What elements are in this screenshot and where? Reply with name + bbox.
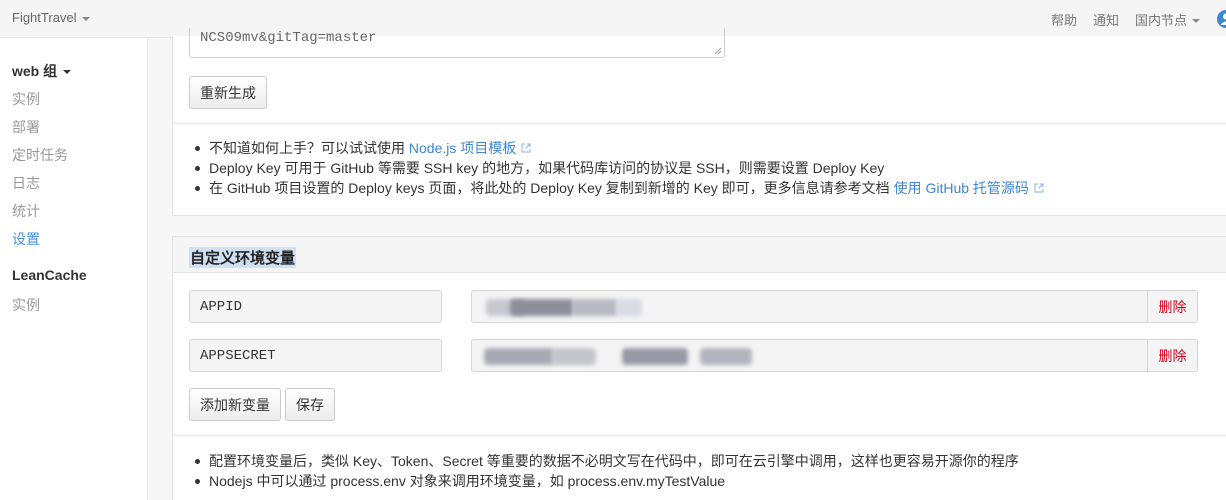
nodejs-template-link[interactable]: Node.js 项目模板 [409, 140, 516, 156]
external-link-icon [1034, 183, 1044, 193]
main-content: NCS09mv&gitTag=master 重新生成 不知道如何上手？可以试试使… [148, 28, 1226, 500]
external-link-icon [521, 143, 531, 153]
list-item: Nodejs 中可以通过 process.env 对象来调用环境变量，如 pro… [193, 471, 1019, 491]
divider [173, 435, 1226, 436]
caret-down-icon [1192, 19, 1200, 24]
sidebar-item-stats[interactable]: 统计 [12, 201, 40, 221]
caret-down-icon [63, 70, 72, 75]
redacted-value [484, 348, 554, 365]
region-label: 国内节点 [1134, 12, 1187, 28]
env-var-name-field[interactable]: APPID [189, 290, 442, 323]
delete-var-button[interactable]: 删除 [1147, 290, 1198, 323]
redacted-value [510, 299, 574, 316]
redacted-value [552, 348, 596, 365]
sidebar-group-label: web 组 [12, 63, 58, 79]
tip-text: 在 GitHub 项目设置的 Deploy keys 页面，将此处的 Deplo… [209, 180, 894, 196]
save-button[interactable]: 保存 [285, 388, 335, 421]
env-var-value-field[interactable] [471, 290, 1147, 323]
env-var-name-field[interactable]: APPSECRET [189, 339, 442, 372]
resize-grip-icon[interactable] [714, 47, 722, 55]
redacted-value [616, 299, 642, 316]
nav-right: 帮助 通知 国内节点 [1051, 0, 1226, 38]
sidebar-group-leancache[interactable]: LeanCache [12, 267, 87, 283]
sidebar-group-web[interactable]: web 组 [12, 61, 72, 81]
sidebar-item-logs[interactable]: 日志 [12, 173, 40, 193]
env-vars-panel: 自定义环境变量 APPID 删除 APPSECRET 删除 添加新变量 保存 配… [172, 236, 1226, 500]
sidebar-item-leancache-instances[interactable]: 实例 [12, 295, 40, 315]
caret-down-icon [81, 16, 90, 21]
redacted-value [622, 348, 688, 365]
region-dropdown[interactable]: 国内节点 [1135, 10, 1200, 29]
list-item: 在 GitHub 项目设置的 Deploy keys 页面，将此处的 Deplo… [193, 178, 1044, 198]
deploy-key-textarea[interactable]: NCS09mv&gitTag=master [189, 28, 725, 58]
redacted-value [700, 348, 752, 365]
sidebar: web 组 实例 部署 定时任务 日志 统计 设置 LeanCache 实例 [0, 38, 148, 500]
deploy-tips: 不知道如何上手？可以试试使用 Node.js 项目模板 Deploy Key 可… [193, 138, 1044, 198]
sidebar-item-instances[interactable]: 实例 [12, 89, 40, 109]
user-icon[interactable] [1216, 9, 1226, 29]
regenerate-button[interactable]: 重新生成 [189, 76, 267, 109]
list-item: 不知道如何上手？可以试试使用 Node.js 项目模板 [193, 138, 1044, 158]
panel-header: 自定义环境变量 [173, 237, 1226, 273]
sidebar-item-settings[interactable]: 设置 [12, 229, 40, 249]
help-link[interactable]: 帮助 [1051, 10, 1077, 29]
github-hosting-docs-link[interactable]: 使用 GitHub 托管源码 [894, 180, 1029, 196]
tip-text: 不知道如何上手？可以试试使用 [209, 140, 409, 156]
add-variable-button[interactable]: 添加新变量 [189, 388, 281, 421]
deploy-key-panel: NCS09mv&gitTag=master 重新生成 不知道如何上手？可以试试使… [172, 28, 1226, 216]
env-var-value-field[interactable] [471, 339, 1147, 372]
divider [173, 123, 1226, 124]
list-item: 配置环境变量后，类似 Key、Token、Secret 等重要的数据不必明文写在… [193, 451, 1019, 471]
env-tips: 配置环境变量后，类似 Key、Token、Secret 等重要的数据不必明文写在… [193, 451, 1019, 491]
app-switcher[interactable]: FightTravel [12, 10, 90, 25]
notifications-link[interactable]: 通知 [1093, 10, 1119, 29]
panel-title: 自定义环境变量 [189, 247, 297, 268]
list-item: Deploy Key 可用于 GitHub 等需要 SSH key 的地方，如果… [193, 158, 1044, 178]
deploy-key-value: NCS09mv&gitTag=master [200, 30, 377, 46]
delete-var-button[interactable]: 删除 [1147, 339, 1198, 372]
brand-name: FightTravel [12, 10, 77, 25]
sidebar-item-deploy[interactable]: 部署 [12, 117, 40, 137]
redacted-value [572, 299, 618, 316]
sidebar-item-cron[interactable]: 定时任务 [12, 145, 68, 165]
